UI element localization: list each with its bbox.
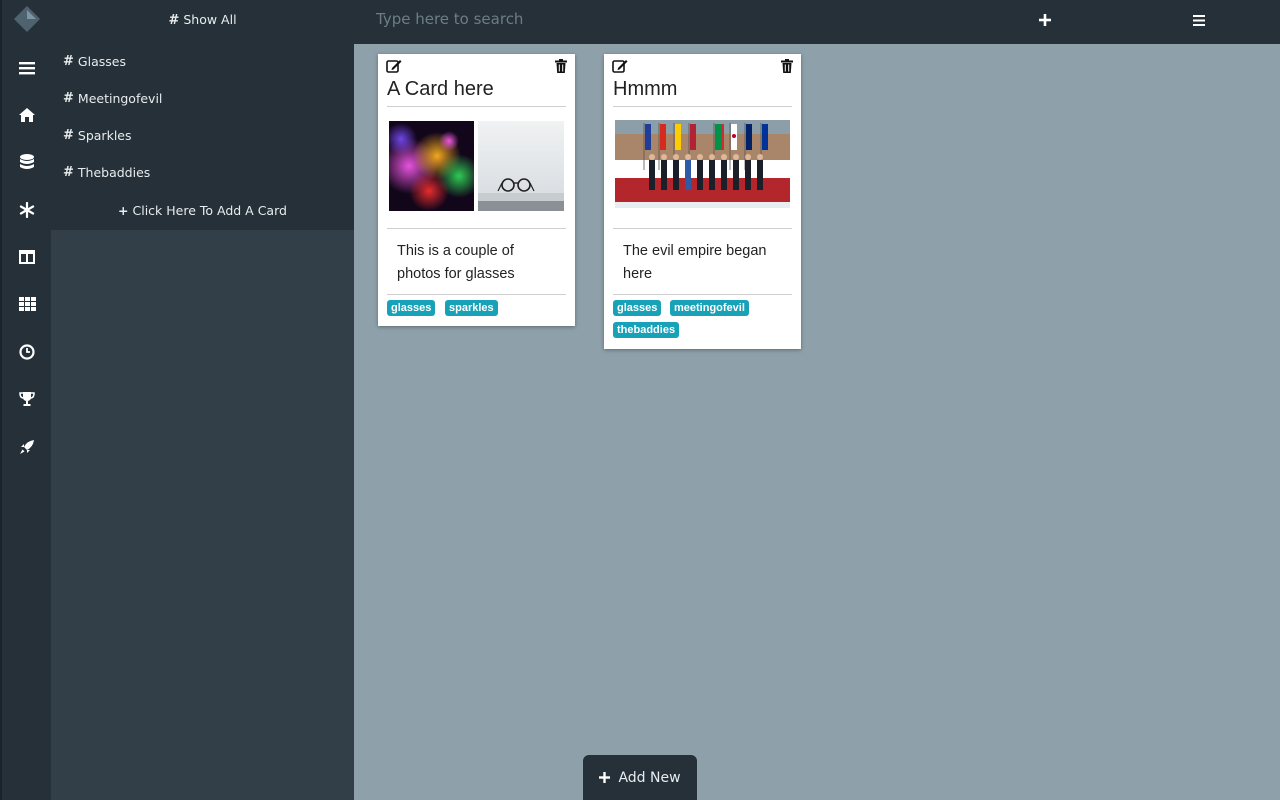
trash-icon[interactable]: [555, 59, 567, 73]
hash-icon: #: [168, 13, 180, 28]
rocket-icon[interactable]: [14, 434, 40, 460]
glasses-photo: [478, 121, 564, 211]
trash-icon[interactable]: [781, 59, 793, 73]
sidebar-tag-meetingofevil[interactable]: # Meetingofevil: [63, 91, 162, 106]
edit-icon[interactable]: [386, 59, 402, 73]
hash-icon: #: [63, 165, 74, 180]
sidebar-tag-sparkles[interactable]: # Sparkles: [63, 128, 132, 143]
add-card-label: Click Here To Add A Card: [132, 203, 287, 218]
card-tag[interactable]: glasses: [613, 300, 662, 316]
clock-icon[interactable]: [14, 339, 40, 365]
menu-icon[interactable]: [14, 55, 40, 81]
card: A Card here This is a couple of photos f…: [378, 54, 575, 326]
sidebar-tag-thebaddies[interactable]: # Thebaddies: [63, 165, 150, 180]
show-all-link[interactable]: # Show All: [51, 12, 354, 28]
database-icon[interactable]: [14, 149, 40, 175]
snowflake-icon[interactable]: [14, 197, 40, 223]
card-title: A Card here: [387, 78, 494, 100]
card-tag[interactable]: sparkles: [445, 300, 498, 316]
add-icon[interactable]: [1033, 10, 1057, 30]
card-tag[interactable]: glasses: [387, 300, 436, 316]
sidebar-tag-label: Sparkles: [77, 128, 132, 143]
columns-icon[interactable]: [14, 244, 40, 270]
home-icon[interactable]: [14, 102, 40, 128]
menu-icon[interactable]: [1187, 10, 1211, 30]
card-tag[interactable]: meetingofevil: [670, 300, 749, 316]
card-tag[interactable]: thebaddies: [613, 322, 680, 338]
card-description: The evil empire began here: [623, 243, 767, 282]
hash-icon: #: [63, 54, 74, 69]
plus-icon: [599, 772, 611, 783]
sparkles-photo: [389, 121, 474, 211]
add-new-button[interactable]: Add New: [583, 755, 697, 800]
sidebar-tag-glasses[interactable]: # Glasses: [63, 54, 126, 69]
hash-icon: #: [63, 128, 74, 143]
group-photo: [615, 120, 790, 212]
tag-panel-empty: [51, 230, 354, 800]
logo-icon[interactable]: [14, 6, 40, 32]
card-title: Hmmm: [613, 78, 678, 100]
search-input[interactable]: [374, 4, 898, 34]
hash-icon: #: [63, 91, 74, 106]
card: Hmmm The evil empire began here glasses …: [604, 54, 801, 349]
plus-icon: +: [118, 203, 129, 218]
add-card-link[interactable]: + Click Here To Add A Card: [51, 203, 354, 218]
sidebar-tag-label: Meetingofevil: [77, 91, 163, 106]
card-description: This is a couple of photos for glasses: [397, 243, 515, 282]
trophy-icon[interactable]: [14, 386, 40, 412]
edit-icon[interactable]: [612, 59, 628, 73]
icon-rail: [2, 0, 51, 800]
show-all-label: Show All: [183, 12, 237, 27]
add-new-label: Add New: [618, 769, 681, 786]
sidebar-tag-label: Thebaddies: [77, 165, 151, 180]
tag-panel: # Show All # Glasses # Meetingofevil # S…: [51, 0, 354, 230]
sidebar-tag-label: Glasses: [77, 54, 126, 69]
grid-icon[interactable]: [14, 291, 40, 317]
